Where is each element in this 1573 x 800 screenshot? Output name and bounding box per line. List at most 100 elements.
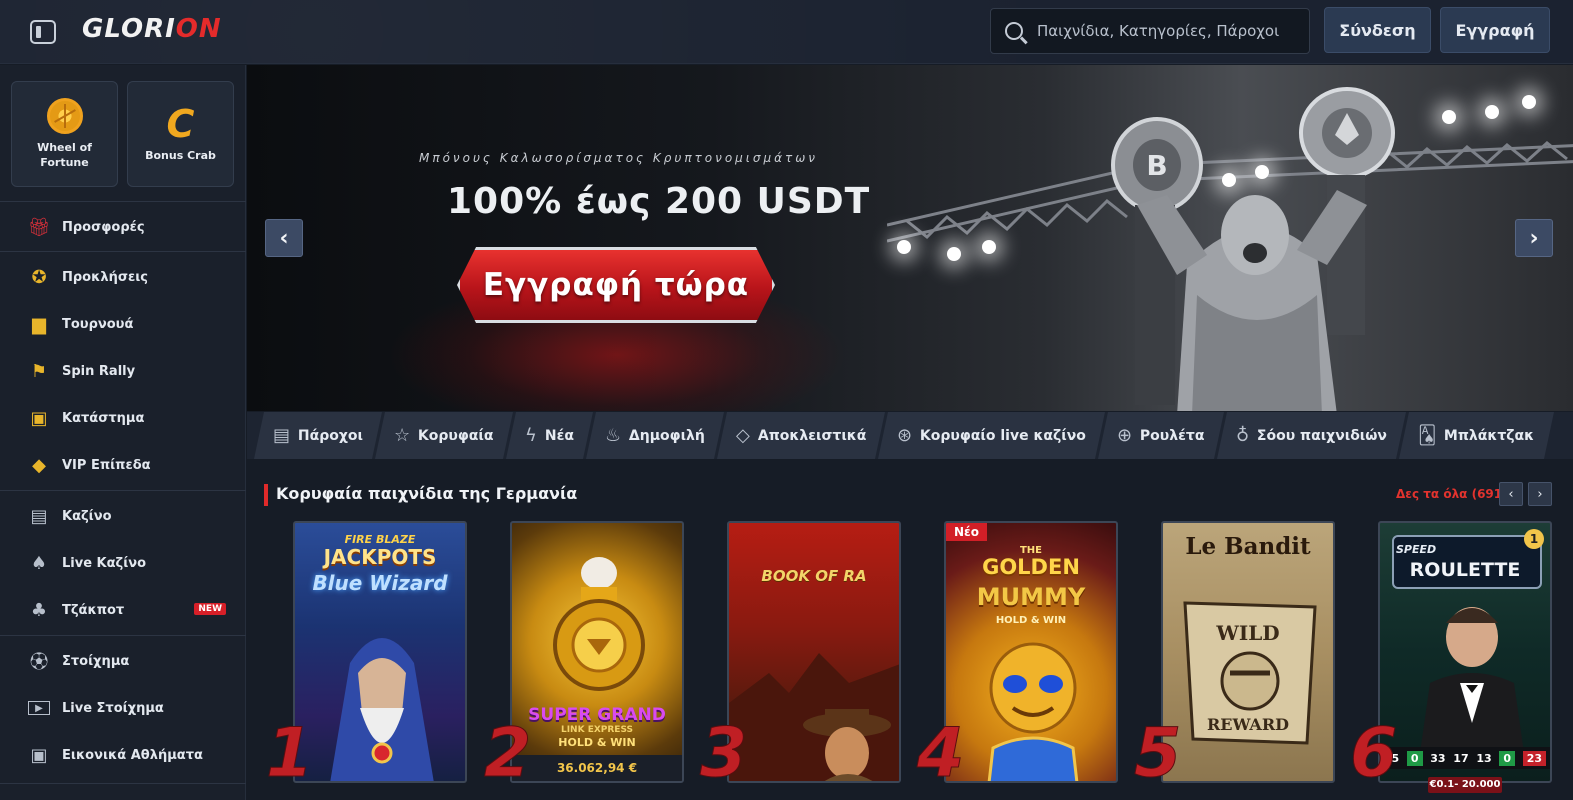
virtual-sports-icon: ▣ — [30, 744, 48, 766]
game-card-golden-mummy[interactable]: Νέο THE GOLDEN MUMMY HOLD & WIN — [944, 521, 1118, 783]
podium-icon: ▆ — [32, 313, 46, 335]
logo-accent: ON — [175, 14, 222, 44]
tab-label: Κορυφαίο live καζίνο — [920, 427, 1087, 444]
explorer-art — [729, 653, 899, 781]
sidebar-item-live-casino[interactable]: ♠ Live Καζίνο — [0, 543, 246, 583]
new-badge: NEW — [194, 603, 226, 615]
sidebar-item-jackpot[interactable]: ♣ Τζάκποτ NEW — [0, 590, 246, 630]
category-tabs: ▤ Πάροχοι ☆ Κορυφαία ϟ Νέα ♨ Δημοφιλή ◇ Αποκλ… — [247, 412, 1573, 459]
game-title-line: SUPER GRAND — [528, 705, 666, 725]
sidebar-divider — [0, 635, 246, 636]
shop-bag-icon: ▣ — [30, 407, 48, 429]
sidebar-item-label: Live Στοίχημα — [62, 700, 164, 716]
rank-number: 2 — [483, 714, 532, 793]
bonus-crab-tile[interactable]: C Bonus Crab — [127, 81, 234, 187]
games-next-button[interactable]: › — [1528, 482, 1552, 506]
sidebar-item-tournaments[interactable]: ▆ Τουρνουά — [0, 304, 246, 344]
stage-light — [1522, 95, 1536, 109]
roulette-results-strip: 15 0 33 17 13 0 23 — [1380, 747, 1550, 769]
sidebar-item-casino[interactable]: ▤ Καζίνο — [0, 496, 246, 536]
sidebar-item-spin-rally[interactable]: ⚑ Spin Rally — [0, 351, 246, 391]
game-title-line: HOLD & WIN — [558, 736, 636, 749]
roulette-result: 23 — [1522, 750, 1547, 766]
wheel-icon — [46, 98, 83, 134]
promo-banner[interactable]: B Μπόνους Καλωσορίσματος Κρυπτονομισμάτω… — [247, 65, 1573, 411]
banner-subtitle: Μπόνους Καλωσορίσματος Κρυπτονομισμάτων — [419, 151, 818, 165]
sidebar-item-vip[interactable]: ◆ VIP Επίπεδα — [0, 445, 246, 485]
top-header: GLORION Σύνδεση Εγγραφή — [0, 0, 1573, 64]
new-game-badge: Νέο — [946, 523, 987, 541]
banner-title: 100% έως 200 USDT — [447, 181, 871, 222]
sidebar-item-label: Τζάκποτ — [62, 602, 125, 618]
sidebar-item-promotions[interactable]: 🎁︎ Προσφορές — [0, 207, 246, 247]
game-title-line: MUMMY — [976, 583, 1086, 611]
game-card-le-bandit[interactable]: Le Bandit WILD REWARD — [1161, 521, 1335, 783]
crab-icon: C — [166, 101, 195, 146]
tab-exclusive[interactable]: ◇ Αποκλειστικά — [716, 412, 886, 459]
login-button[interactable]: Σύνδεση — [1324, 7, 1431, 53]
wizard-art — [330, 638, 434, 781]
rank-number: 4 — [916, 714, 965, 793]
stage-light — [947, 247, 961, 261]
sidebar-item-challenges[interactable]: ✪ Προκλήσεις — [0, 257, 246, 297]
player-count-badge: 1 — [1524, 529, 1544, 549]
tab-game-shows[interactable]: ♁ Σόου παιχνιδιών — [1216, 412, 1407, 459]
game-card-speed-roulette[interactable]: SPEED ROULETTE 1 15 0 33 17 13 0 23 — [1378, 521, 1552, 783]
wheel-of-fortune-tile[interactable]: Wheel of Fortune — [11, 81, 118, 187]
game-title-line: WILD — [1216, 621, 1280, 645]
search-box[interactable] — [990, 8, 1310, 54]
register-now-button[interactable]: Εγγραφή τώρα — [457, 247, 775, 323]
fighter-image: B — [1111, 87, 1395, 411]
sidebar-item-shop[interactable]: ▣ Κατάστημα — [0, 398, 246, 438]
roulette-result: 17 — [1453, 751, 1469, 765]
banner-prev-button[interactable]: ‹ — [265, 219, 303, 257]
card-icon: ♠ — [30, 552, 48, 574]
quick-tile-label: Bonus Crab — [145, 148, 216, 162]
tab-roulette[interactable]: ⊕ Ρουλέτα — [1098, 412, 1224, 459]
lightning-icon: ϟ — [524, 425, 537, 446]
game-title-line: JACKPOTS — [323, 545, 437, 569]
sidebar-divider — [0, 490, 246, 491]
quick-tile-label: Wheel of Fortune — [37, 141, 92, 169]
tab-label: Δημοφιλή — [628, 427, 705, 444]
diamond-icon: ◇ — [735, 425, 750, 446]
game-card-book-of-ra[interactable]: BOOK OF RA — [727, 521, 901, 783]
sidebar-item-label: Spin Rally — [62, 363, 136, 379]
register-button[interactable]: Εγγραφή — [1440, 7, 1550, 53]
game-card-super-grand[interactable]: SUPER GRAND LINK EXPRESS HOLD & WIN 36.0… — [510, 521, 684, 783]
site-logo[interactable]: GLORION — [82, 14, 222, 44]
tab-providers[interactable]: ▤ Πάροχοι — [254, 412, 383, 459]
stage-light — [1442, 110, 1456, 124]
tab-top[interactable]: ☆ Κορυφαία — [375, 412, 513, 459]
microphone-icon: ♁ — [1235, 425, 1250, 446]
checkered-flag-icon: ⚑ — [30, 360, 48, 382]
game-title-line: HOLD & WIN — [995, 615, 1067, 626]
sidebar-item-label: Προσφορές — [62, 219, 145, 235]
game-card-blue-wizard[interactable]: FIRE BLAZE JACKPOTS Blue Wizard — [293, 521, 467, 783]
jackpot-amount: 36.062,94 € — [512, 755, 682, 781]
tab-new[interactable]: ϟ Νέα — [505, 412, 593, 459]
providers-icon: ▤ — [273, 425, 291, 446]
sidebar-item-virtual-sports[interactable]: ▣ Εικονικά Αθλήματα — [0, 735, 246, 775]
roulette-result: 13 — [1476, 751, 1492, 765]
game-title-line: Blue Wizard — [312, 571, 448, 595]
sidebar-item-label: Στοίχημα — [62, 653, 130, 669]
roulette-result: 0 — [1499, 750, 1516, 766]
sidebar: Wheel of Fortune C Bonus Crab 🎁︎ Προσφορ… — [0, 65, 246, 800]
games-prev-button[interactable]: ‹ — [1499, 482, 1523, 506]
see-all-link[interactable]: Δες τα όλα (691) — [1396, 487, 1508, 501]
tab-top-live-casino[interactable]: ⊛ Κορυφαίο live καζίνο — [878, 412, 1106, 459]
sidebar-item-label: Εικονικά Αθλήματα — [62, 747, 203, 763]
sidebar-item-sports[interactable]: ⚽︎ Στοίχημα — [0, 641, 246, 681]
clover-icon: ♣ — [30, 599, 48, 621]
tab-blackjack[interactable]: 🂡︎ Μπλάκτζακ — [1399, 412, 1554, 459]
sidebar-item-label: Τουρνουά — [62, 316, 134, 332]
sidebar-item-live-sports[interactable]: ▶ Live Στοίχημα — [0, 688, 246, 728]
tab-popular[interactable]: ♨ Δημοφιλή — [585, 412, 724, 459]
svg-text:B: B — [1146, 149, 1167, 182]
rank-number: 1 — [265, 714, 314, 793]
banner-next-button[interactable]: › — [1515, 219, 1553, 257]
live-icon: ▶ — [28, 701, 50, 715]
sidebar-toggle-icon[interactable] — [30, 20, 56, 44]
search-input[interactable] — [1037, 22, 1297, 40]
